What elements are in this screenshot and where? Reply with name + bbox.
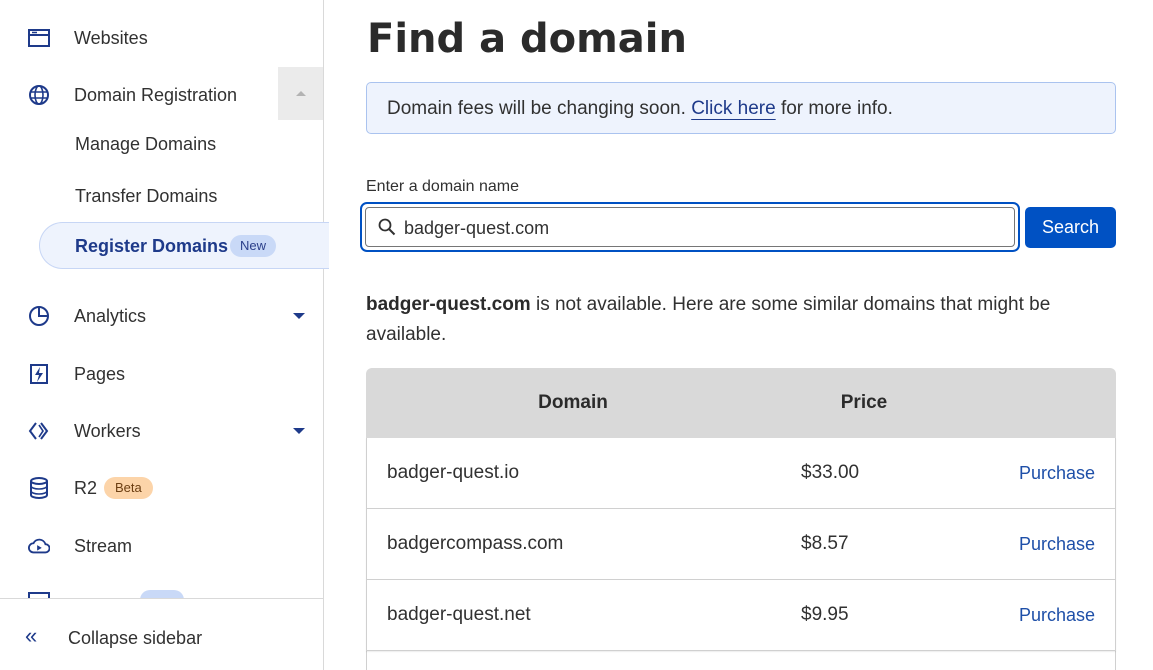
sidebar-subitem-manage-domains[interactable]: Manage Domains [75,134,216,155]
domain-results-table: Domain Price badger-quest.io $33.00 Purc… [366,368,1116,670]
banner-text-start: Domain fees will be changing soon. [387,98,692,119]
globe-icon [28,84,50,106]
sidebar-item-workers[interactable]: Workers [0,411,323,451]
sidebar-item-pages[interactable]: Pages [0,354,323,394]
row-price: $8.57 [801,533,849,554]
new-badge: New [230,235,277,257]
collapse-sidebar-button[interactable]: « Collapse sidebar [0,598,323,670]
domain-search-field[interactable] [365,207,1015,247]
sidebar-item-label: Register Domains [75,236,229,256]
info-banner: Domain fees will be changing soon. Click… [366,82,1116,134]
sidebar-item-stream[interactable]: Stream [0,526,323,566]
row-domain: badgercompass.com [387,533,564,554]
search-focus-ring [360,202,1020,252]
sidebar-item-label: Stream [74,535,133,556]
main-content: Find a domain Domain fees will be changi… [324,0,1153,670]
column-header-price: Price [840,392,888,413]
sidebar-item-label: Domain Registration [74,84,238,105]
banner-text: Domain fees will be changing soon. Click… [387,98,893,120]
pie-chart-icon [28,305,50,327]
table-row: badgercompass.com $8.57 Purchase [366,509,1116,580]
sidebar-item-label: R2 [74,477,98,498]
sidebar: Websites Domain Registration Manage Doma… [0,0,329,670]
sidebar-item-analytics[interactable]: Analytics [0,296,323,336]
chevron-down-icon[interactable] [293,313,305,319]
chevron-up-icon [295,91,306,96]
chevron-down-icon[interactable] [293,428,305,434]
collapse-section-button[interactable] [278,67,323,120]
cloud-play-icon [28,535,50,557]
sidebar-item-label: Websites [74,27,148,48]
purchase-link[interactable]: Purchase [1019,534,1095,555]
sidebar-item-label: Pages [74,363,126,384]
double-chevron-left-icon: « [25,623,38,648]
table-header: Domain Price [366,368,1116,438]
search-icon [378,218,396,241]
browser-window-icon [28,27,50,49]
table-row: badger-quest.net $9.95 Purchase [366,580,1116,651]
column-header-domain: Domain [538,392,608,413]
sidebar-item-r2[interactable]: R2 [0,468,323,508]
row-domain: badger-quest.io [387,462,520,483]
purchase-link[interactable]: Purchase [1019,463,1095,484]
database-icon [28,477,50,499]
table-row: badger-quest.io $33.00 Purchase [366,438,1116,509]
row-domain: badger-quest.net [387,604,531,625]
beta-badge: Beta [104,477,153,499]
table-row-partial [366,651,1116,670]
workers-icon [28,420,50,442]
collapse-sidebar-label: Collapse sidebar [68,628,203,648]
domain-field-label: Enter a domain name [366,178,519,195]
sidebar-subitem-transfer-domains[interactable]: Transfer Domains [75,186,217,207]
domain-search-input[interactable] [404,214,994,242]
sidebar-item-label: Analytics [74,305,147,326]
search-button[interactable]: Search [1025,207,1116,248]
sidebar-item-websites[interactable]: Websites [0,18,323,58]
purchase-link[interactable]: Purchase [1019,605,1095,626]
sidebar-item-domain-registration[interactable]: Domain Registration [0,75,323,115]
sidebar-item-label: Workers [74,420,141,441]
pages-bolt-icon [28,363,50,385]
availability-message: badger-quest.com is not available. Here … [366,290,1106,350]
banner-text-end: for more info. [775,98,893,119]
row-price: $9.95 [801,604,849,625]
banner-link[interactable]: Click here [691,98,775,119]
sidebar-subitem-register-domains[interactable]: Register Domains New [39,222,329,269]
row-price: $33.00 [801,462,860,483]
page-title: Find a domain [367,16,687,62]
searched-domain: badger-quest.com [366,294,531,315]
